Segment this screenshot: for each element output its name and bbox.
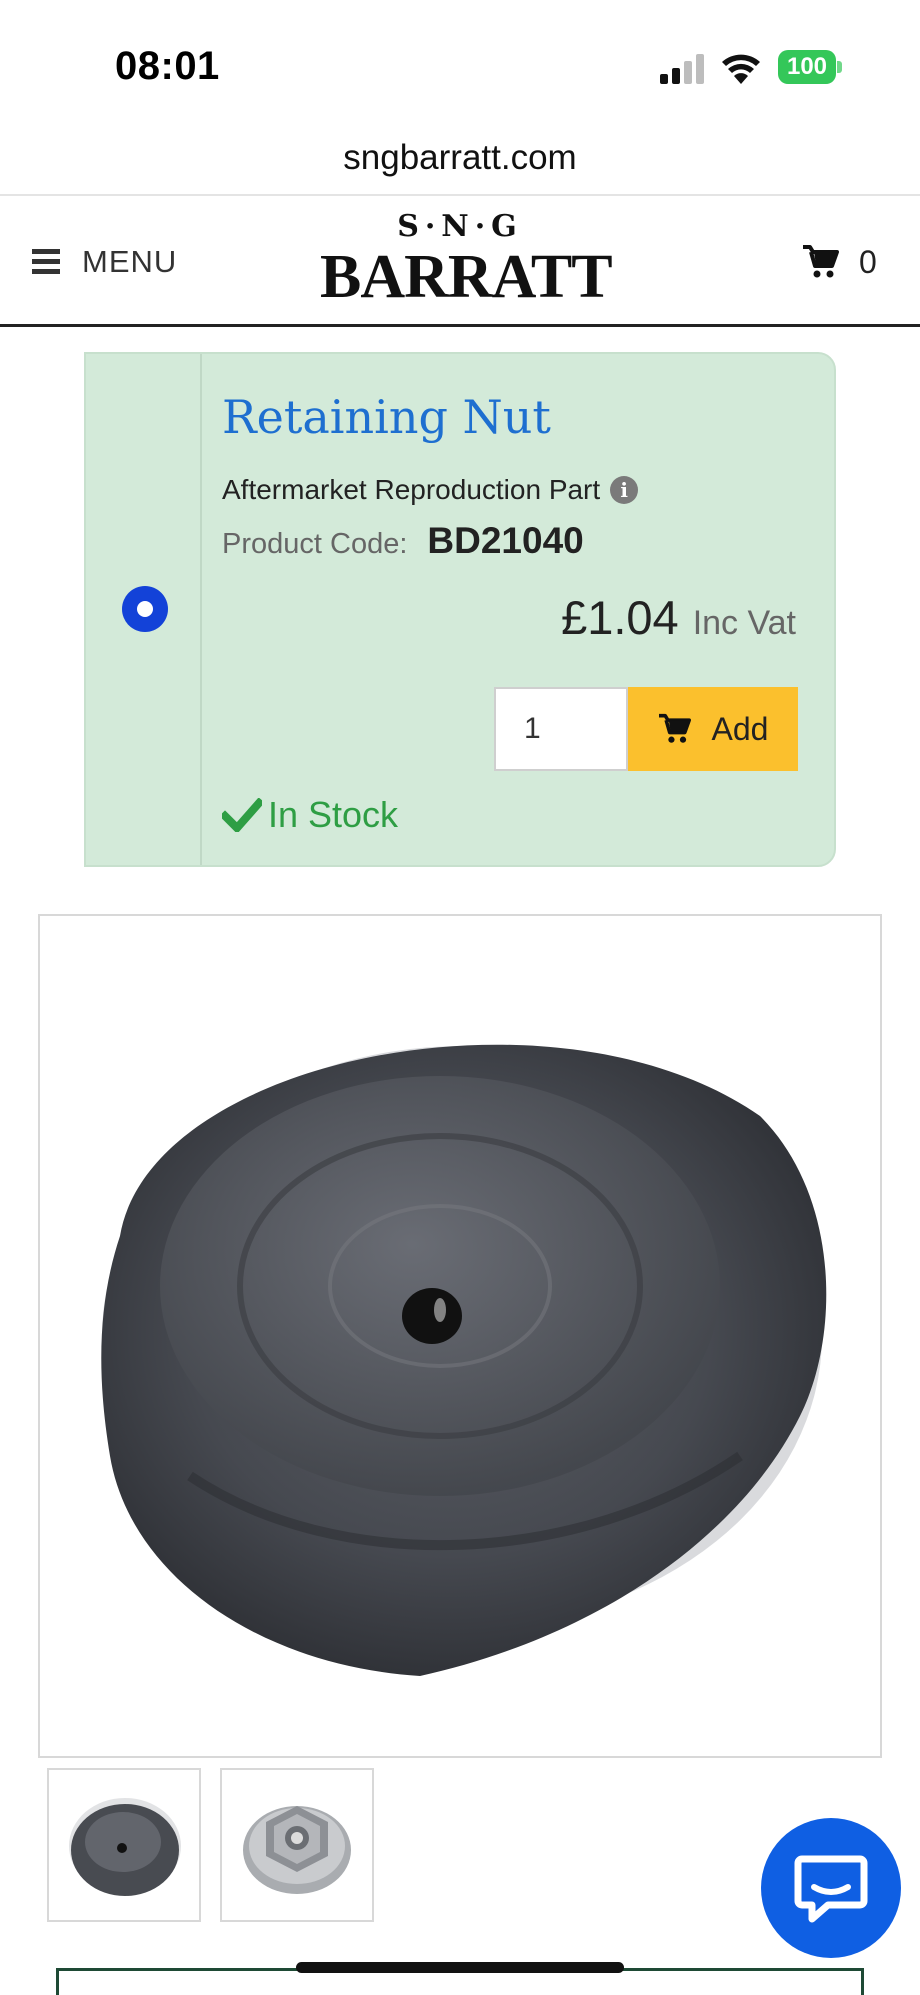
product-code-row: Product Code: BD21040 (222, 520, 584, 562)
cart-icon (658, 713, 691, 743)
check-icon (222, 798, 262, 832)
info-icon[interactable]: i (610, 476, 639, 504)
product-code-value: BD21040 (427, 520, 584, 561)
rubber-nut-image (101, 1044, 827, 1676)
product-card: Retaining Nut Aftermarket Reproduction P… (84, 352, 836, 867)
battery-level: 100 (778, 50, 836, 84)
cart-count: 0 (859, 243, 877, 280)
status-time: 08:01 (115, 44, 220, 88)
product-type-label: Aftermarket Reproduction Part (222, 474, 601, 505)
chat-bubble-icon (794, 1855, 868, 1923)
site-logo[interactable]: S·N·G BARRATT (320, 207, 613, 319)
product-title[interactable]: Retaining Nut (222, 390, 551, 444)
cart-icon (803, 245, 839, 278)
main-product-image[interactable] (38, 914, 882, 1758)
stock-status: In Stock (222, 794, 398, 836)
price-row: £1.04 Inc Vat (561, 590, 796, 645)
thumbnail-metal-nut[interactable] (220, 1768, 374, 1922)
product-select-radio[interactable] (122, 586, 168, 632)
battery-icon: 100 (778, 50, 842, 84)
rubber-nut-thumbnail (69, 1798, 181, 1896)
url-text: sngbarratt.com (343, 138, 577, 177)
cart-button[interactable]: 0 (803, 237, 877, 287)
card-divider (200, 354, 202, 865)
logo-top-text: S·N·G (397, 209, 523, 244)
price-value: £1.04 (561, 591, 679, 644)
metal-nut-thumbnail (243, 1806, 351, 1894)
quantity-input[interactable] (494, 687, 628, 771)
battery-cap (837, 61, 842, 73)
signal-icon (660, 54, 704, 84)
status-bar: 08:01 100 (0, 0, 920, 120)
thumbnail-rubber-nut[interactable] (47, 1768, 201, 1922)
product-code-label: Product Code: (222, 528, 408, 560)
menu-label: MENU (82, 244, 178, 279)
live-chat-button[interactable] (761, 1818, 901, 1958)
url-bar[interactable]: sngbarratt.com (0, 120, 920, 196)
wifi-icon (722, 54, 760, 84)
logo-bottom-text: BARRATT (320, 243, 613, 311)
home-indicator (296, 1962, 624, 1973)
site-header: MENU S·N·G BARRATT 0 (0, 197, 920, 327)
stock-label: In Stock (268, 794, 399, 835)
add-button-label: Add (711, 710, 769, 747)
product-type: Aftermarket Reproduction Part i (222, 474, 639, 506)
add-to-cart-button[interactable]: Add (628, 687, 798, 771)
menu-button[interactable]: MENU (32, 237, 177, 287)
radio-dot (137, 601, 153, 617)
price-suffix: Inc Vat (692, 604, 796, 642)
hamburger-icon (32, 249, 60, 275)
